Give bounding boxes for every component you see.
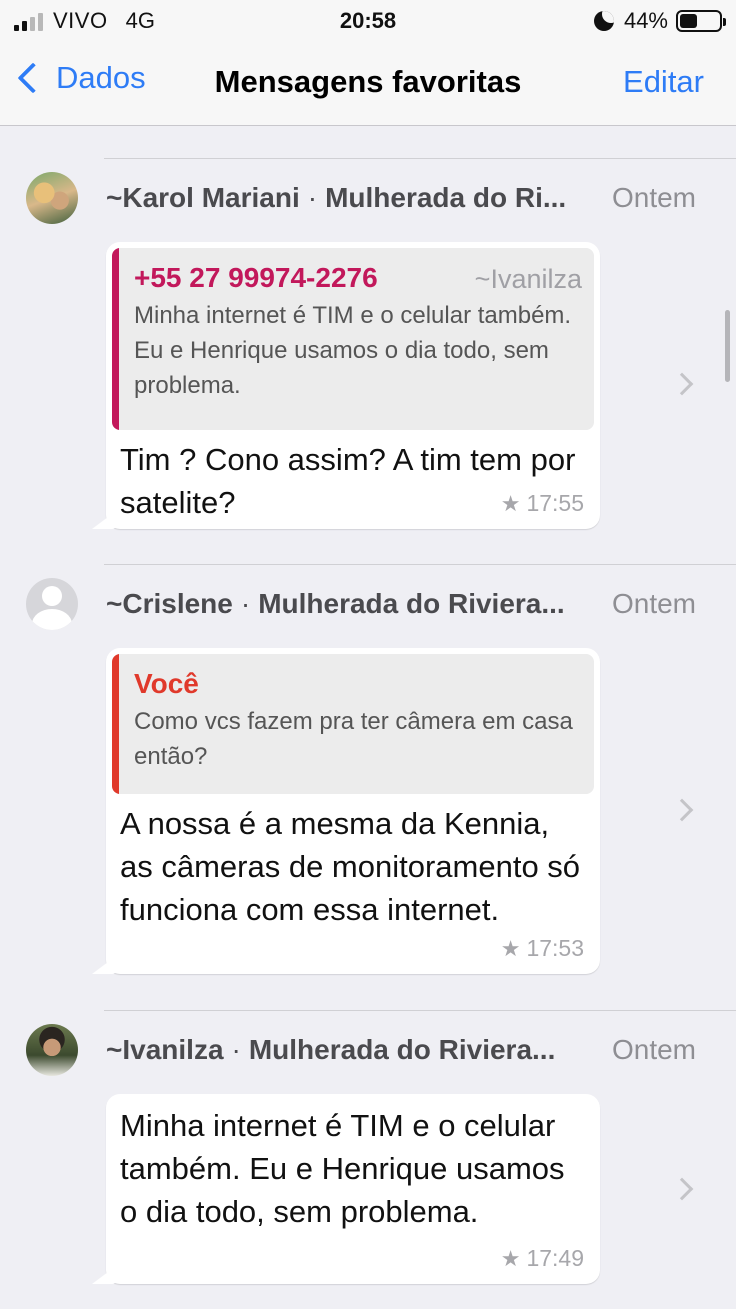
- message-bubble[interactable]: Você Como vcs fazem pra ter câmera em ca…: [92, 648, 600, 974]
- star-icon: ★: [500, 1245, 521, 1271]
- moon-icon: [593, 11, 614, 31]
- message-time: 17:55: [526, 490, 584, 516]
- quoted-text: Minha internet é TIM e o celular também.…: [134, 302, 572, 399]
- avatar-placeholder-icon: [26, 578, 78, 630]
- bubble-tail: [92, 1266, 116, 1284]
- quoted-author: Você: [134, 668, 199, 699]
- starred-message-item[interactable]: ~Crislene · Mulherada do Riviera... Ontem …: [0, 565, 736, 1010]
- group-name: Mulherada do Riviera...: [248, 1034, 556, 1065]
- message-bubble[interactable]: +55 27 99974-2276 ~Ivanilza Minha intern…: [92, 242, 600, 529]
- avatar: [26, 172, 78, 224]
- separator-dot: ·: [307, 182, 318, 213]
- message-meta: ★ 17:53: [501, 935, 584, 962]
- message-date: Ontem: [611, 182, 696, 213]
- quoted-message[interactable]: Você Como vcs fazem pra ter câmera em ca…: [112, 654, 594, 794]
- sender-line: ~Ivanilza · Mulherada do Riviera...: [106, 1034, 590, 1066]
- quoted-message[interactable]: +55 27 99974-2276 ~Ivanilza Minha intern…: [112, 248, 594, 430]
- back-button[interactable]: Dados: [16, 60, 146, 96]
- quote-bar: [112, 654, 119, 794]
- separator-dot: ·: [240, 588, 251, 619]
- chevron-right-icon[interactable]: [670, 372, 694, 396]
- message-date: Ontem: [611, 1034, 696, 1065]
- sender-name: ~Ivanilza: [106, 1034, 224, 1065]
- sender-line: ~Karol Mariani · Mulherada do Ri...: [106, 182, 590, 214]
- message-meta: ★ 17:49: [501, 1245, 584, 1272]
- message-bubble[interactable]: Minha internet é TIM e o celular também.…: [92, 1094, 600, 1284]
- sender-name: ~Crislene: [106, 588, 233, 619]
- avatar: [26, 1024, 78, 1076]
- separator-dot: ·: [231, 1034, 241, 1065]
- navigation-bar: Dados Mensagens favoritas Editar: [0, 40, 736, 126]
- status-right: 44%: [593, 8, 726, 34]
- bubble-tail: [92, 511, 116, 529]
- quoted-text: Como vcs fazem pra ter câmera em casa en…: [134, 708, 573, 770]
- starred-message-item[interactable]: ~Ivanilza · Mulherada do Riviera... Ontem …: [0, 1011, 736, 1309]
- message-text: A nossa é a mesma da Kennia, as câmeras …: [120, 806, 581, 927]
- battery-percent: 44%: [623, 8, 668, 33]
- star-icon: ★: [500, 490, 521, 516]
- group-name: Mulherada do Ri...: [325, 182, 567, 213]
- status-bar: VIVO 4G 20:58 44%: [0, 0, 736, 40]
- scrollbar[interactable]: [725, 310, 730, 382]
- quote-bar: [112, 248, 119, 430]
- message-time: 17:53: [526, 935, 584, 961]
- battery-fill: [680, 14, 697, 28]
- battery-icon: [676, 10, 726, 32]
- bubble-tail: [92, 956, 116, 974]
- sender-line: ~Crislene · Mulherada do Riviera...: [106, 588, 590, 620]
- group-name: Mulherada do Riviera...: [258, 588, 565, 619]
- chevron-right-icon[interactable]: [670, 798, 694, 822]
- chevron-left-icon: [17, 62, 49, 94]
- message-time: 17:49: [526, 1245, 584, 1271]
- star-icon: ★: [500, 935, 521, 961]
- quoted-author-name: ~Ivanilza: [474, 264, 582, 294]
- starred-message-item[interactable]: ~Karol Mariani · Mulherada do Ri... Ontem …: [0, 159, 736, 564]
- chevron-right-icon[interactable]: [670, 1177, 694, 1201]
- edit-button[interactable]: Editar: [623, 64, 704, 100]
- message-date: Ontem: [611, 588, 696, 619]
- sender-name: ~Karol Mariani: [106, 182, 300, 213]
- message-text: Minha internet é TIM e o celular também.…: [120, 1108, 565, 1229]
- message-meta: ★ 17:55: [501, 490, 584, 517]
- back-label: Dados: [56, 60, 146, 95]
